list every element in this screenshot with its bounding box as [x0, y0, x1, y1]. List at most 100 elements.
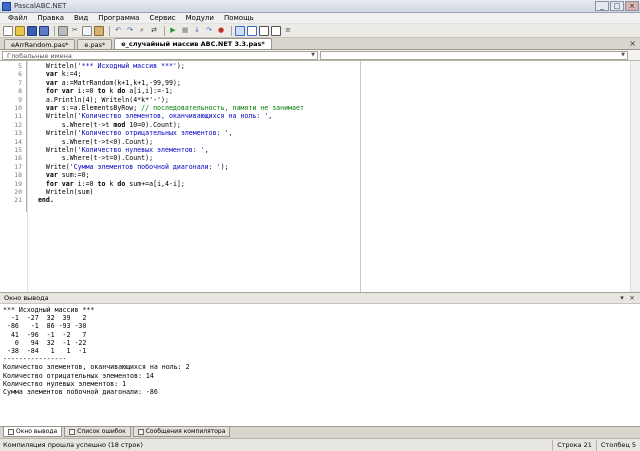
menu-modules[interactable]: Модули [181, 14, 219, 22]
output-panel-header: Окно вывода ▾ × [0, 292, 640, 304]
code-token: k:=4; [61, 70, 82, 79]
menu-service[interactable]: Сервис [144, 14, 180, 22]
tab-random-array[interactable]: e_случайный массив ABC.NET 3.3.pas* [114, 38, 272, 49]
scope-dropdown[interactable]: Глобальные имена ▼ [2, 51, 318, 60]
line-number: 8 [18, 87, 22, 96]
code-token: , [204, 146, 209, 154]
code-token: mod [113, 120, 130, 129]
code-token: Writeln(sum) [30, 188, 94, 196]
code-token: , [228, 129, 233, 138]
menu-file[interactable]: Файл [3, 14, 32, 22]
cut-icon[interactable]: ✂ [70, 26, 80, 36]
scope-value: Глобальные имена [7, 52, 72, 60]
line-number: 16 [14, 154, 22, 163]
replace-icon[interactable]: ⇄ [149, 26, 159, 36]
undo-icon[interactable]: ↶ [113, 26, 123, 36]
layout-icon[interactable] [235, 25, 245, 36]
code-editor[interactable]: 5 6 7 8 9 10 11 12 13 14 15 16 17 18 19 … [0, 61, 640, 292]
menu-program[interactable]: Программа [93, 14, 144, 22]
error-list-icon [69, 428, 76, 435]
paste-icon[interactable] [94, 25, 104, 36]
print-icon[interactable] [58, 25, 68, 36]
line-number: 20 [14, 188, 22, 196]
close-button[interactable]: × [625, 1, 639, 11]
minimize-button[interactable]: _ [595, 1, 609, 11]
tab-earrrandom[interactable]: eArrRandom.pas* [4, 39, 76, 49]
redo-icon[interactable]: ↷ [125, 26, 135, 36]
format-icon[interactable]: ≡ [283, 26, 293, 36]
code-line: s.Where(t->t=0).Count); [30, 155, 153, 162]
line-number: 7 [18, 78, 22, 87]
save-all-icon[interactable] [39, 25, 49, 36]
toolbar-separator [109, 25, 110, 36]
close-tab-icon[interactable]: × [629, 39, 636, 48]
compiler-messages-icon [137, 428, 144, 435]
tab-output[interactable]: Окно вывода [3, 427, 63, 437]
panel-icon[interactable] [271, 25, 281, 36]
step-over-icon[interactable]: ↷ [204, 26, 214, 36]
code-token: to [97, 179, 110, 188]
code-token: Writeln( [30, 146, 78, 154]
chevron-down-icon: ▼ [621, 52, 625, 58]
run-icon[interactable]: ▶ [168, 26, 178, 36]
chevron-down-icon: ▼ [311, 52, 315, 58]
code-token: end. [30, 196, 54, 205]
code-line: Writeln(sum) [30, 188, 94, 196]
code-line: a.Println(4); Writeln(4*k*'-'); [30, 96, 169, 104]
find-icon[interactable]: ⌕ [137, 26, 147, 36]
menu-bar: Файл Правка Вид Программа Сервис Модули … [0, 13, 640, 24]
window-icon[interactable] [247, 25, 257, 36]
code-token: 'Количество нулевых элементов: ' [77, 146, 205, 154]
stop-icon[interactable]: ■ [180, 26, 190, 36]
code-line: Writeln('Количество элементов, оканчиваю… [30, 113, 272, 120]
code-token: do [117, 179, 130, 188]
line-number: 9 [18, 95, 22, 104]
line-number: 15 [14, 146, 22, 154]
editor-scrollbar[interactable] [630, 61, 640, 292]
code-token: sum:=0; [61, 171, 90, 180]
code-line: Writeln('Количество отрицательных элемен… [30, 129, 233, 138]
output-line: -86 -1 86 -93 -30 [3, 322, 87, 331]
code-line: s.Where(t->t<0).Count); [30, 138, 153, 146]
split-icon[interactable] [259, 25, 269, 36]
code-token: Write( [30, 162, 70, 171]
code-token: Writeln( [30, 129, 78, 138]
copy-icon[interactable] [82, 25, 92, 36]
code-token: i:=0 [77, 179, 98, 188]
tab-compiler-messages[interactable]: Сообщения компилятора [132, 427, 231, 437]
line-number: 12 [14, 120, 22, 129]
row-value: 21 [583, 440, 592, 449]
tab-compiler-messages-label: Сообщения компилятора [145, 428, 226, 435]
menu-edit[interactable]: Правка [32, 14, 69, 22]
save-icon[interactable] [27, 25, 37, 36]
toolbar-separator [164, 25, 165, 36]
toolbar-separator [231, 25, 232, 36]
code-token: for var [30, 179, 78, 188]
output-text[interactable]: *** Исходный массив *** -1 -27 32 39 2 -… [0, 304, 640, 426]
code-token: 10=0).Count); [129, 120, 181, 129]
code-token: s:=a.ElementsByRow; [61, 104, 142, 112]
new-file-icon[interactable] [3, 25, 13, 36]
code-token: do [117, 87, 130, 96]
maximize-button[interactable]: □ [610, 1, 624, 11]
code-token: var [30, 70, 62, 79]
cursor-column: Столбец 5 [595, 439, 640, 451]
pin-icon[interactable]: ▾ [617, 294, 627, 302]
tab-e[interactable]: e.pas* [77, 39, 113, 49]
member-dropdown[interactable]: ▼ [320, 51, 628, 60]
menu-help[interactable]: Помощь [219, 14, 259, 22]
open-folder-icon[interactable] [15, 25, 25, 36]
code-line: var k:=4; [30, 71, 82, 78]
step-into-icon[interactable]: ↓ [192, 26, 202, 36]
output-line: 41 -96 -1 -2 7 [3, 330, 87, 339]
breakpoint-icon[interactable]: ● [216, 26, 226, 36]
code-line: Write('Сумма элементов побочной диагонал… [30, 162, 229, 171]
code-token: 'Сумма элементов побочной диагонали: ' [69, 162, 221, 171]
menu-view[interactable]: Вид [69, 14, 93, 22]
tab-error-list[interactable]: Список ошибок [64, 427, 131, 437]
code-text[interactable]: Writeln('*** Исходный массив ***'); var … [30, 61, 360, 292]
close-icon[interactable]: × [627, 294, 637, 302]
tab-error-list-label: Список ошибок [77, 428, 126, 435]
code-token: // последовательность, памяти не занимае… [141, 104, 304, 112]
status-message: Компиляция прошла успешно (18 строк) [3, 441, 143, 449]
